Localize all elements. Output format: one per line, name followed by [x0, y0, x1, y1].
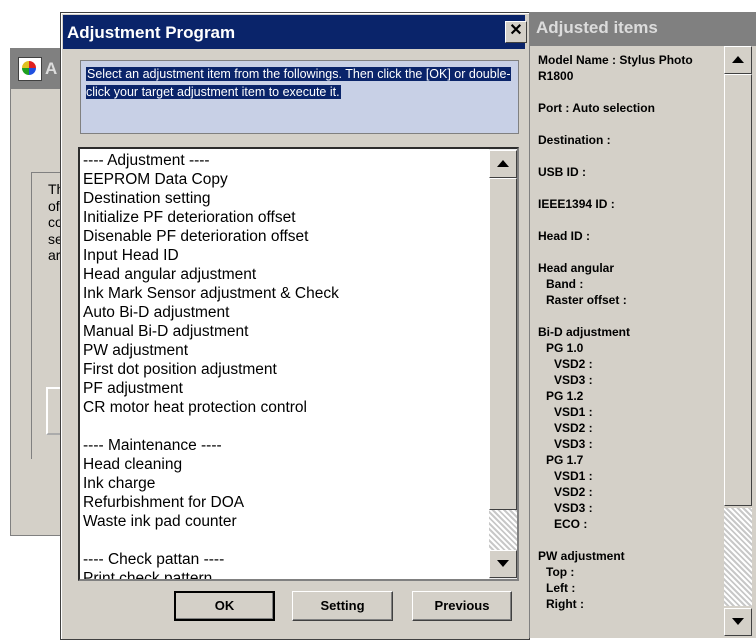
adjusted-item-line: ECO : — [554, 517, 588, 531]
adjusted-item-line: VSD3 : — [554, 437, 593, 451]
list-item[interactable]: First dot position adjustment — [83, 360, 339, 379]
list-spacer — [83, 417, 339, 436]
adjustment-program-dialog: Adjustment Program ✕ Select an adjustmen… — [60, 12, 530, 640]
adjusted-item-line: Port : Auto selection — [538, 101, 655, 115]
adjusted-item-line: Bi-D adjustment — [538, 325, 631, 339]
scrollbar-track[interactable] — [724, 508, 752, 606]
background-window-title: A — [45, 59, 58, 78]
adjusted-item-line: Destination : — [538, 133, 611, 147]
close-icon[interactable]: ✕ — [505, 21, 527, 43]
list-spacer — [83, 531, 339, 550]
scrollbar-thumb[interactable] — [724, 74, 752, 506]
adjusted-items-scrollbar[interactable] — [722, 46, 752, 636]
list-item[interactable]: PF adjustment — [83, 379, 339, 398]
arrow-down-icon — [497, 560, 509, 567]
scroll-up-button[interactable] — [724, 46, 752, 74]
adjusted-item-line: PW adjustment — [538, 549, 625, 563]
scroll-up-button[interactable] — [489, 150, 517, 178]
scrollbar-track[interactable] — [489, 510, 517, 550]
adjusted-item-line: PG 1.2 — [546, 389, 584, 403]
adjusted-items-panel: Adjusted items Model Name : Stylus Photo… — [529, 12, 756, 638]
list-item[interactable]: PW adjustment — [83, 341, 339, 360]
adjusted-item-line: Head angular — [538, 261, 615, 275]
epson-app-icon — [18, 57, 42, 81]
list-item[interactable]: Ink charge — [83, 474, 339, 493]
list-item[interactable]: EEPROM Data Copy — [83, 170, 339, 189]
list-item[interactable]: ---- Check pattan ---- — [83, 550, 339, 569]
list-item[interactable]: Disenable PF deterioration offset — [83, 227, 339, 246]
list-item[interactable]: Waste ink pad counter — [83, 512, 339, 531]
list-item[interactable]: Initialize PF deterioration offset — [83, 208, 339, 227]
adjusted-item-line: VSD2 : — [554, 421, 593, 435]
adjustment-items: ---- Adjustment ---- EEPROM Data Copy Dest… — [83, 151, 339, 579]
list-item[interactable]: ---- Adjustment ---- — [83, 151, 339, 170]
adjusted-item-line: Raster offset : — [546, 293, 627, 307]
list-item[interactable]: CR motor heat protection control — [83, 398, 339, 417]
adjusted-items-content: Model Name : Stylus Photo R1800 Port : Aut… — [530, 46, 722, 638]
adjusted-items-titlebar: Adjusted items — [530, 12, 756, 46]
list-item[interactable]: Input Head ID — [83, 246, 339, 265]
adjusted-item-line: IEEE1394 ID : — [538, 197, 615, 211]
adjusted-item-line: VSD2 : — [554, 357, 593, 371]
list-item[interactable]: Head angular adjustment — [83, 265, 339, 284]
adjusted-item-line: USB ID : — [538, 165, 586, 179]
list-item[interactable]: Auto Bi-D adjustment — [83, 303, 339, 322]
adjusted-item-line: Top : — [546, 565, 575, 579]
arrow-up-icon — [497, 160, 509, 167]
list-item[interactable]: Head cleaning — [83, 455, 339, 474]
adjusted-items-title: Adjusted items — [536, 18, 658, 37]
scroll-down-button[interactable] — [724, 608, 752, 636]
scrollbar-thumb[interactable] — [489, 178, 517, 510]
adjusted-item-line: VSD1 : — [554, 469, 593, 483]
arrow-down-icon — [732, 618, 744, 625]
list-item[interactable]: Refurbishment for DOA — [83, 493, 339, 512]
dialog-title: Adjustment Program — [67, 23, 236, 42]
previous-button[interactable]: Previous — [412, 591, 512, 621]
list-item[interactable]: ---- Maintenance ---- — [83, 436, 339, 455]
list-item[interactable]: Ink Mark Sensor adjustment & Check — [83, 284, 339, 303]
adjusted-item-line: PG 1.7 — [546, 453, 584, 467]
adjusted-item-line: Left : — [546, 581, 576, 595]
adjusted-item-line: VSD2 : — [554, 485, 593, 499]
list-item[interactable]: Destination setting — [83, 189, 339, 208]
dialog-titlebar: Adjustment Program ✕ — [63, 15, 527, 49]
list-item[interactable]: Manual Bi-D adjustment — [83, 322, 339, 341]
instruction-text: Select an adjustment item from the follo… — [86, 67, 511, 99]
setting-button[interactable]: Setting — [292, 591, 393, 621]
instruction-box: Select an adjustment item from the follo… — [80, 60, 519, 134]
adjusted-item-line: Band : — [546, 277, 584, 291]
adjusted-item-line: Right : — [546, 597, 584, 611]
list-item[interactable]: Print check pattern — [83, 569, 339, 579]
adjusted-item-line: PG 1.0 — [546, 341, 584, 355]
ok-button[interactable]: OK — [174, 591, 275, 621]
adjusted-item-line: R1800 — [538, 69, 574, 83]
adjusted-item-line: VSD3 : — [554, 501, 593, 515]
adjustment-item-list[interactable]: ---- Adjustment ---- EEPROM Data Copy Dest… — [78, 147, 519, 581]
scroll-down-button[interactable] — [489, 550, 517, 578]
arrow-up-icon — [732, 56, 744, 63]
list-scrollbar[interactable] — [489, 149, 517, 579]
adjusted-item-line: VSD3 : — [554, 373, 593, 387]
adjusted-item-line: VSD1 : — [554, 405, 593, 419]
adjusted-item-line: Head ID : — [538, 229, 591, 243]
adjusted-item-line: Model Name : Stylus Photo — [538, 53, 693, 67]
